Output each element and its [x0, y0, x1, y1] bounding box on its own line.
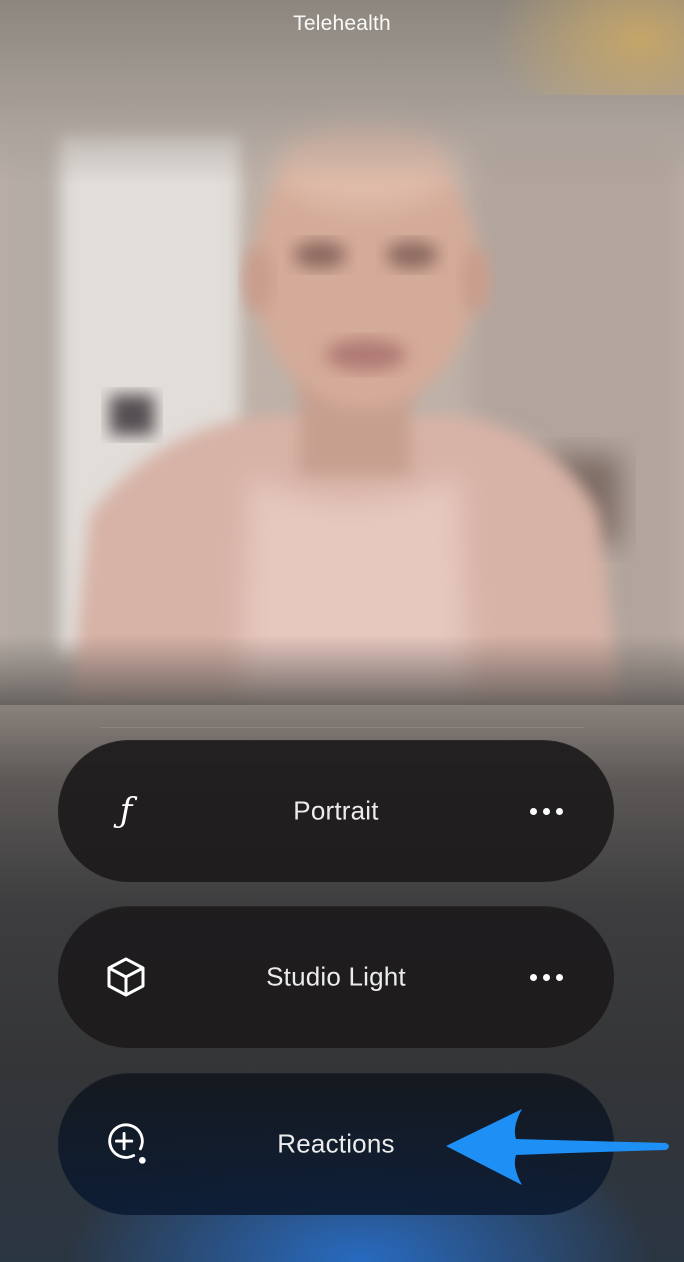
portrait-effect-button[interactable]: ƒ Portrait	[58, 740, 614, 882]
f-stop-icon: ƒ	[119, 791, 133, 831]
ellipsis-dot-icon	[555, 807, 563, 815]
ellipsis-dot-icon	[542, 973, 550, 981]
reactions-icon	[102, 1120, 150, 1168]
studio-light-more-button[interactable]	[516, 957, 576, 997]
ellipsis-dot-icon	[529, 973, 537, 981]
studio-light-effect-button[interactable]: Studio Light	[58, 906, 614, 1048]
control-center-video-effects: Telehealth ƒ Portrait Studio Light React…	[0, 0, 684, 1262]
divider	[100, 727, 584, 728]
ellipsis-dot-icon	[542, 807, 550, 815]
ellipsis-dot-icon	[555, 973, 563, 981]
camera-preview	[0, 95, 684, 705]
arrow-left-icon	[440, 1105, 676, 1191]
cube-icon	[102, 953, 150, 1001]
portrait-more-button[interactable]	[516, 791, 576, 831]
camera-preview-image	[0, 95, 684, 705]
app-title: Telehealth	[293, 12, 391, 35]
ellipsis-dot-icon	[529, 807, 537, 815]
